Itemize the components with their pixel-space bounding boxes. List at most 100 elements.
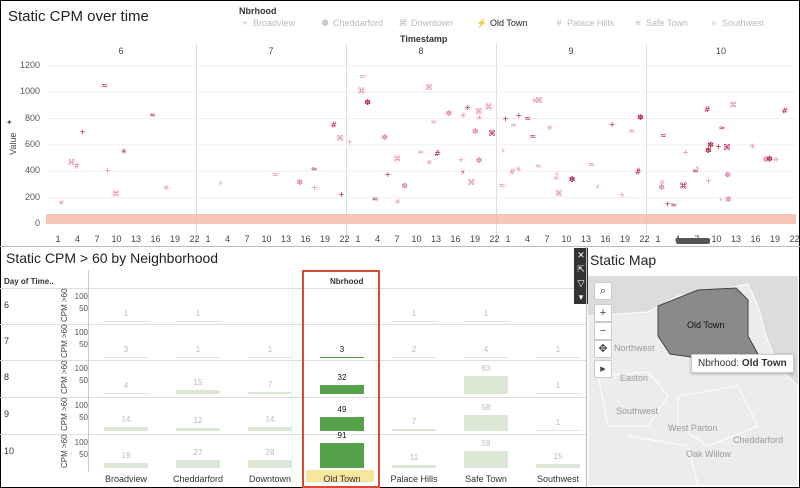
scatter-point: + <box>338 190 345 199</box>
x-tick: 7 <box>394 234 400 244</box>
category-label-old-town[interactable]: Old Town <box>307 474 377 484</box>
legend-item-palace-hills[interactable]: # Palace Hills <box>553 18 614 28</box>
bar-label: 1 <box>411 309 417 318</box>
legend-item-old-town[interactable]: ⚡ Old Town <box>476 18 527 29</box>
map-label-cheddarford: Cheddarford <box>733 435 784 445</box>
x-tick: 19 <box>319 234 330 244</box>
scatter-point: ✽ <box>569 175 576 184</box>
bar-label: 1 <box>123 309 129 318</box>
bar-9-0 <box>104 427 148 431</box>
y-tick: 200 <box>24 191 40 202</box>
scatter-point: ≈ <box>719 124 726 133</box>
scatter-point: ✳ <box>426 158 433 167</box>
bar-9-4 <box>392 429 436 431</box>
scatter-point: + <box>311 183 318 192</box>
scatter-point: ✳ <box>531 97 538 106</box>
scatter-point: ⌘ <box>112 189 120 198</box>
legend-item-downtown[interactable]: ⌘ Downtown <box>397 18 454 29</box>
bar-label: 59 <box>481 439 491 448</box>
x-tick: 19 <box>469 234 480 244</box>
category-label-palace-hills[interactable]: Palace Hills <box>379 474 449 484</box>
x-axis-title: Timestamp <box>400 34 448 44</box>
bar-8-2 <box>248 392 292 394</box>
pin-map-icon[interactable]: ✥ <box>594 340 612 358</box>
x-tick: 19 <box>769 234 780 244</box>
x-tick: 13 <box>430 234 441 244</box>
bar-9-6 <box>536 430 580 431</box>
scatter-point: ≈ <box>359 72 366 81</box>
legend-label: Broadview <box>253 18 296 28</box>
bar-label: 14 <box>121 415 131 424</box>
scatter-point: ✽ <box>296 178 303 187</box>
legend-symbol-icon: ≈ <box>711 18 717 28</box>
scatter-point: ≈ <box>311 165 318 174</box>
scatter-point: + <box>664 199 671 208</box>
x-tick: 19 <box>619 234 630 244</box>
bar-10-1 <box>176 460 220 468</box>
y-tick: 800 <box>24 112 40 123</box>
bar-label: 27 <box>193 448 203 457</box>
scatter-point: ≈ <box>431 118 438 127</box>
bar-label: 12 <box>193 416 203 425</box>
scatter-point: ⌘ <box>336 134 344 143</box>
legend-symbol-icon: ✳ <box>634 18 642 28</box>
x-tick: 7 <box>244 234 250 244</box>
bar-7-2 <box>248 357 292 358</box>
x-tick: 16 <box>600 234 611 244</box>
bar-8-6 <box>536 393 580 394</box>
scatter-point: ⚡ <box>595 182 601 191</box>
bar-7-4 <box>392 357 436 358</box>
map-label-west-parton: West Parton <box>668 423 718 433</box>
legend-label: Downtown <box>411 18 454 28</box>
scatter-point: # <box>781 106 788 115</box>
scatter-point: ✳ <box>749 142 756 151</box>
scatter-plot: ⌘✽≈✽✳#⌘⚡+#⌘⌘≈✽≈✳ ⚡+⌘≈#⌘≈ ≈⌘⌘⚡⌘⌘✽✳+✽≈✳#⚡⌘≈✽… <box>46 65 796 225</box>
row-label-6: 6 <box>4 300 10 310</box>
legend-item-southwest[interactable]: ≈ Southwest <box>708 18 765 28</box>
x-tick: 13 <box>580 234 591 244</box>
scatter-point: ≈ <box>101 81 108 90</box>
zoom-in-button[interactable]: + <box>594 304 612 322</box>
bar-label: 15 <box>193 378 203 387</box>
map-divider <box>586 247 587 487</box>
play-icon[interactable]: ▸ <box>594 360 612 378</box>
scatter-point: ≈ <box>535 161 542 170</box>
bar-10-4 <box>392 465 436 468</box>
scatter-point: ✳ <box>120 147 127 156</box>
category-label-safe-town[interactable]: Safe Town <box>451 474 521 484</box>
category-label-cheddarford[interactable]: Cheddarford <box>163 474 233 484</box>
zoom-out-button[interactable]: − <box>594 322 612 340</box>
map-search-icon[interactable]: ⌕ <box>594 282 612 300</box>
top-divider <box>0 246 800 247</box>
map-label-oak-willow: Oak Willow <box>686 449 732 459</box>
scatter-point: ✳ <box>163 184 170 193</box>
legend-item-safe-town[interactable]: ✳ Safe Town <box>632 18 688 29</box>
bar-label: 7 <box>411 417 417 426</box>
legend-label: Safe Town <box>646 18 688 28</box>
category-label-southwest[interactable]: Southwest <box>523 474 593 484</box>
scatter-point: ⚡ <box>460 168 466 177</box>
column-header-7: 7 <box>268 46 274 56</box>
scrollbar-handle[interactable] <box>676 238 710 244</box>
y-tick: 400 <box>24 165 40 176</box>
scatter-point: ✳ <box>476 114 483 123</box>
legend-item-cheddarford[interactable]: ✽ Cheddarford <box>319 18 383 29</box>
category-label-downtown[interactable]: Downtown <box>235 474 305 484</box>
scatter-point: ⌘ <box>393 155 401 164</box>
legend-title: Nbrhood <box>239 6 277 16</box>
legend-item-broadview[interactable]: + Broadview <box>239 18 295 28</box>
pin-icon[interactable]: ✦ <box>6 118 13 127</box>
bar-8-0 <box>104 393 148 394</box>
map-tooltip: Nbrhood: Old Town <box>691 354 794 373</box>
bar-label: 19 <box>121 451 131 460</box>
bar-label: 1 <box>195 345 201 354</box>
category-label-broadview[interactable]: Broadview <box>91 474 161 484</box>
scatter-point: ≈ <box>510 121 517 130</box>
map-label-southwest: Southwest <box>616 406 659 416</box>
scatter-point: ✽ <box>766 155 773 164</box>
x-tick: 13 <box>130 234 141 244</box>
column-header-8: 8 <box>418 46 424 56</box>
scatter-point: ⌘ <box>679 182 687 191</box>
bar-label: 1 <box>267 345 273 354</box>
scatter-point: ✽ <box>705 146 712 155</box>
